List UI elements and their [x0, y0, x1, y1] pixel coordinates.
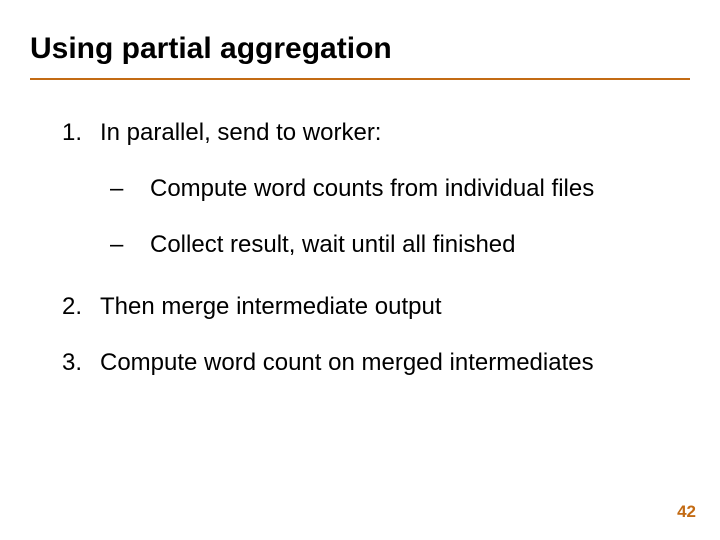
- slide-title: Using partial aggregation: [0, 0, 720, 74]
- list-text: In parallel, send to worker:: [100, 118, 381, 148]
- list-text: Collect result, wait until all finished: [150, 230, 516, 260]
- slide-body: 1. In parallel, send to worker: – Comput…: [0, 80, 720, 378]
- list-subitem-1b: – Collect result, wait until all finishe…: [110, 230, 690, 260]
- list-marker: 2.: [62, 292, 100, 322]
- list-item-1: 1. In parallel, send to worker:: [62, 118, 690, 148]
- page-number: 42: [677, 502, 696, 522]
- list-subitem-1a: – Compute word counts from individual fi…: [110, 174, 690, 204]
- list-item-3: 3. Compute word count on merged intermed…: [62, 348, 690, 378]
- list-marker: 1.: [62, 118, 100, 148]
- list-marker: 3.: [62, 348, 100, 378]
- list-marker: –: [110, 230, 150, 260]
- list-marker: –: [110, 174, 150, 204]
- slide: Using partial aggregation 1. In parallel…: [0, 0, 720, 540]
- list-text: Then merge intermediate output: [100, 292, 442, 322]
- list-item-2: 2. Then merge intermediate output: [62, 292, 690, 322]
- list-text: Compute word count on merged intermediat…: [100, 348, 594, 378]
- list-text: Compute word counts from individual file…: [150, 174, 594, 204]
